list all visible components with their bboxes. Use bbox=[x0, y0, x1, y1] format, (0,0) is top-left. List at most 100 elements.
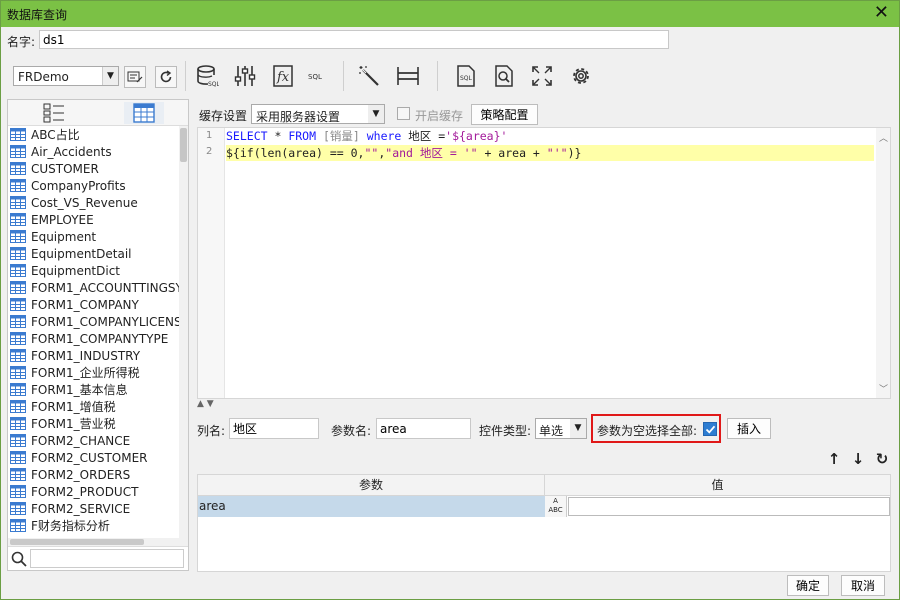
code-line-2[interactable]: ${if(len(area) == 0,"","and 地区 = '" + ar… bbox=[226, 145, 874, 161]
table-name: FORM1_基本信息 bbox=[31, 383, 128, 397]
arrow-down-icon[interactable]: ↓ bbox=[849, 450, 867, 468]
sql-token: * bbox=[267, 129, 289, 143]
table-icon bbox=[10, 315, 26, 328]
table-name: Equipment bbox=[31, 229, 97, 244]
table-list-item[interactable]: FORM1_COMPANYLICENS bbox=[8, 313, 180, 330]
format-sql-button[interactable] bbox=[357, 64, 381, 88]
toolbar-separator bbox=[437, 61, 438, 91]
line-number: 2 bbox=[206, 146, 213, 157]
table-list-item[interactable]: FORM2_SERVICE bbox=[8, 500, 180, 517]
select-all-checkbox[interactable] bbox=[703, 422, 717, 436]
table-list-item[interactable]: FORM2_ORDERS bbox=[8, 466, 180, 483]
table-list-item[interactable]: EMPLOYEE bbox=[8, 211, 180, 228]
parameter-table: 参数 值 area A ABC bbox=[197, 474, 891, 572]
refresh-button[interactable] bbox=[155, 66, 177, 88]
table-row[interactable]: area A ABC bbox=[198, 496, 890, 517]
ok-button[interactable]: 确定 bbox=[787, 575, 829, 596]
table-list-item[interactable]: FORM1_INDUSTRY bbox=[8, 347, 180, 364]
param-value-cell[interactable] bbox=[568, 497, 890, 516]
table-name: EMPLOYEE bbox=[31, 212, 94, 227]
name-row: 名字: bbox=[7, 30, 671, 50]
sql-text-button[interactable]: SQL bbox=[305, 64, 329, 88]
column-input[interactable] bbox=[229, 418, 319, 439]
svg-text:SQL: SQL bbox=[208, 81, 219, 88]
cache-settings-row: 缓存设置 采用服务器设置 ▼ 开启缓存 策略配置 bbox=[197, 102, 897, 126]
table-list-scrollbar[interactable] bbox=[179, 126, 188, 538]
list-view-icon bbox=[43, 103, 64, 123]
table-name: FORM1_COMPANYLICENS bbox=[31, 314, 180, 329]
code-line-1[interactable]: SELECT * FROM [销量] where 地区 ='${area}' bbox=[226, 128, 874, 144]
table-list-item[interactable]: FORM1_COMPANY bbox=[8, 296, 180, 313]
strategy-config-button[interactable]: 策略配置 bbox=[471, 104, 538, 125]
type-badge-top: A bbox=[553, 497, 558, 505]
chevron-up-icon[interactable]: ︿ bbox=[879, 131, 888, 144]
insert-button[interactable]: 插入 bbox=[727, 418, 771, 439]
scrollbar-thumb[interactable] bbox=[180, 128, 187, 162]
table-icon bbox=[10, 451, 26, 464]
table-list-item[interactable]: F财务指标分析 bbox=[8, 517, 180, 534]
edit-connection-button[interactable] bbox=[124, 66, 146, 88]
cancel-button[interactable]: 取消 bbox=[841, 575, 885, 596]
table-list-item[interactable]: FORM1_COMPANYTYPE bbox=[8, 330, 180, 347]
fullscreen-button[interactable] bbox=[530, 64, 554, 88]
table-list-item[interactable]: EquipmentDict bbox=[8, 262, 180, 279]
datasource-select[interactable]: FRDemo ▼ bbox=[13, 66, 119, 86]
function-button[interactable]: fx bbox=[271, 64, 295, 88]
table-search bbox=[8, 546, 188, 570]
arrow-up-icon[interactable]: ↑ bbox=[825, 450, 843, 468]
preview-button[interactable] bbox=[492, 64, 516, 88]
table-list-item[interactable]: FORM1_营业税 bbox=[8, 415, 180, 432]
sql-token: + area + bbox=[477, 146, 547, 160]
table-list-item[interactable]: ABC占比 bbox=[8, 126, 180, 143]
table-name: ABC占比 bbox=[31, 128, 80, 142]
param-name-input[interactable] bbox=[376, 418, 471, 439]
pane-splitter[interactable] bbox=[191, 99, 195, 571]
table-icon bbox=[10, 281, 26, 294]
refresh-icon[interactable]: ↻ bbox=[873, 450, 891, 468]
table-list-item[interactable]: EquipmentDetail bbox=[8, 245, 180, 262]
type-badge-icon[interactable]: A ABC bbox=[545, 496, 567, 517]
table-icon bbox=[10, 366, 26, 379]
sql-keyword: SELECT bbox=[226, 129, 268, 143]
database-sql-button[interactable]: SQL bbox=[195, 64, 219, 88]
table-list-item[interactable]: FORM1_基本信息 bbox=[8, 381, 180, 398]
table-list-hscrollbar[interactable] bbox=[8, 538, 188, 546]
param-name-cell[interactable]: area bbox=[198, 496, 545, 517]
sql-keyword: where bbox=[366, 129, 402, 143]
close-icon[interactable]: ✕ bbox=[874, 3, 889, 23]
table-name: Air_Accidents bbox=[31, 144, 112, 159]
chevron-down-icon[interactable]: ﹀ bbox=[879, 382, 888, 395]
control-type-select[interactable]: 单选 ▼ bbox=[535, 418, 587, 439]
table-icon bbox=[10, 502, 26, 515]
tab-table-view[interactable] bbox=[124, 102, 164, 124]
select-all-label: 参数为空选择全部: bbox=[597, 424, 698, 438]
table-list-item[interactable]: CompanyProfits bbox=[8, 177, 180, 194]
editor-fold-arrows[interactable]: ▲ ▼ bbox=[197, 399, 214, 409]
table-list-item[interactable]: FORM2_PRODUCT bbox=[8, 483, 180, 500]
layout-button[interactable] bbox=[396, 64, 420, 88]
sql-editor[interactable]: 1 2 SELECT * FROM [销量] where 地区 ='${area… bbox=[197, 127, 891, 399]
table-list-item[interactable]: FORM2_CHANCE bbox=[8, 432, 180, 449]
table-list-item[interactable]: FORM1_增值税 bbox=[8, 398, 180, 415]
table-name: FORM2_CUSTOMER bbox=[31, 450, 148, 465]
enable-cache-checkbox[interactable] bbox=[397, 107, 410, 120]
cache-mode-select[interactable]: 采用服务器设置 ▼ bbox=[251, 104, 385, 124]
table-icon bbox=[10, 213, 26, 226]
table-list-item[interactable]: Air_Accidents bbox=[8, 143, 180, 160]
fullscreen-icon bbox=[532, 66, 552, 86]
table-list-item[interactable]: FORM1_ACCOUNTTINGSY bbox=[8, 279, 180, 296]
parameters-button[interactable] bbox=[233, 64, 257, 88]
settings-button[interactable] bbox=[569, 64, 593, 88]
editor-scrollbar[interactable]: ︿ ﹀ bbox=[876, 128, 890, 398]
table-list-item[interactable]: CUSTOMER bbox=[8, 160, 180, 177]
scrollbar-thumb[interactable] bbox=[10, 539, 144, 545]
table-list-item[interactable]: Cost_VS_Revenue bbox=[8, 194, 180, 211]
table-list-item[interactable]: FORM1_企业所得税 bbox=[8, 364, 180, 381]
tab-list-view[interactable] bbox=[34, 102, 74, 124]
title-bar: 数据库查询 ✕ bbox=[1, 1, 899, 27]
table-search-input[interactable] bbox=[30, 549, 184, 568]
table-list-item[interactable]: Equipment bbox=[8, 228, 180, 245]
name-input[interactable] bbox=[39, 30, 669, 49]
table-list-item[interactable]: FORM2_CUSTOMER bbox=[8, 449, 180, 466]
sql-file-button[interactable]: SQL bbox=[454, 64, 478, 88]
